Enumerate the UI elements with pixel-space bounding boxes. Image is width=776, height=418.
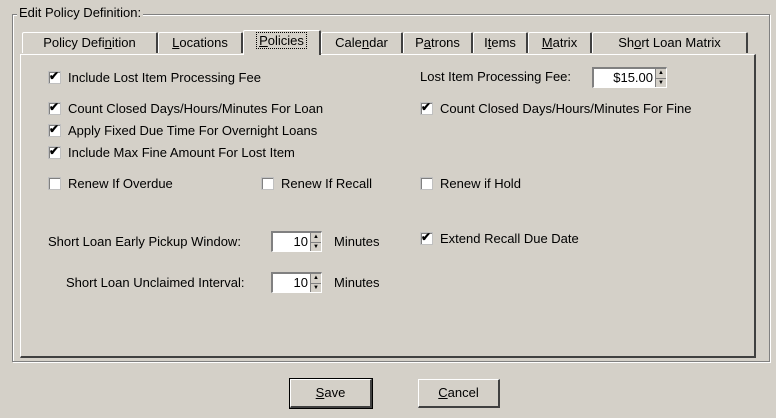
tab-label-accel: P xyxy=(259,33,268,48)
checkbox-label: Count Closed Days/Hours/Minutes For Loan xyxy=(68,100,324,116)
spin-down-icon[interactable]: ▼ xyxy=(311,243,321,252)
save-label: ave xyxy=(324,385,346,400)
tab-patrons[interactable]: Patrons xyxy=(403,32,473,53)
checkbox-label: Renew if Hold xyxy=(440,175,521,191)
tab-label: P xyxy=(415,35,424,50)
unclaimed-value[interactable]: 10 xyxy=(273,274,310,292)
spin-up-icon[interactable]: ▲ xyxy=(656,69,666,79)
checkbox-label: Renew If Overdue xyxy=(68,175,173,191)
tab-matrix[interactable]: Matrix xyxy=(528,32,592,53)
lost-fee-spinner[interactable]: $15.00 ▲ ▼ xyxy=(592,67,667,88)
lost-fee-value[interactable]: $15.00 xyxy=(594,69,655,87)
checkbox-label: Include Max Fine Amount For Lost Item xyxy=(68,144,295,160)
spin-up-icon[interactable]: ▲ xyxy=(311,274,321,284)
check-mark-icon: ✔ xyxy=(49,121,60,136)
spin-down-icon[interactable]: ▼ xyxy=(656,79,666,88)
tab-label: olicies xyxy=(267,33,304,48)
checkbox-label: Apply Fixed Due Time For Overnight Loans xyxy=(68,122,318,138)
checkbox-box xyxy=(420,176,433,190)
tab-label-accel: n xyxy=(104,35,112,50)
tab-label: Cale xyxy=(335,35,362,50)
renew-overdue-checkbox[interactable]: Renew If Overdue xyxy=(48,175,173,191)
spin-down-icon[interactable]: ▼ xyxy=(311,284,321,293)
checkbox-box: ✔ xyxy=(48,68,61,84)
checkbox-box xyxy=(48,176,61,190)
early-pickup-value[interactable]: 10 xyxy=(273,233,310,251)
count-closed-fine-checkbox[interactable]: ✔ Count Closed Days/Hours/Minutes For Fi… xyxy=(420,100,691,116)
unclaimed-unit: Minutes xyxy=(334,275,380,290)
renew-hold-checkbox[interactable]: Renew if Hold xyxy=(420,175,521,191)
checkbox-box: ✔ xyxy=(48,121,61,137)
unclaimed-spinner[interactable]: 10 ▲ ▼ xyxy=(271,272,322,293)
checkbox-box: ✔ xyxy=(420,229,433,245)
checkbox-label: Renew If Recall xyxy=(281,175,373,191)
tab-label: rt Loan Matrix xyxy=(641,35,721,50)
tab-items[interactable]: Items xyxy=(473,32,528,53)
tab-label-accel: n xyxy=(361,35,370,50)
checkbox-label: Include Lost Item Processing Fee xyxy=(68,69,261,85)
checkbox-box xyxy=(261,176,274,190)
count-closed-loan-checkbox[interactable]: ✔ Count Closed Days/Hours/Minutes For Lo… xyxy=(48,100,323,116)
cancel-button[interactable]: Cancel xyxy=(418,379,500,408)
tab-label: atrix xyxy=(552,35,578,50)
renew-recall-checkbox[interactable]: Renew If Recall xyxy=(261,175,372,191)
include-lost-fee-checkbox[interactable]: ✔ Include Lost Item Processing Fee xyxy=(48,69,261,85)
check-mark-icon: ✔ xyxy=(49,99,60,114)
early-pickup-label: Short Loan Early Pickup Window: xyxy=(48,234,241,249)
checkbox-label: Count Closed Days/Hours/Minutes For Fine xyxy=(440,100,692,116)
tab-label: Policy Defi xyxy=(43,35,105,50)
tab-strip: Policy Definition Locations Policies Cal… xyxy=(20,30,760,55)
spinner-arrows[interactable]: ▲ ▼ xyxy=(310,274,321,292)
spinner-arrows[interactable]: ▲ ▼ xyxy=(310,233,321,251)
checkbox-box: ✔ xyxy=(48,143,61,159)
tab-label: Sh xyxy=(618,35,635,50)
spin-up-icon[interactable]: ▲ xyxy=(311,233,321,243)
early-pickup-unit: Minutes xyxy=(334,234,380,249)
tab-policies[interactable]: Policies xyxy=(243,30,321,55)
include-max-fine-checkbox[interactable]: ✔ Include Max Fine Amount For Lost Item xyxy=(48,144,295,160)
tab-label: dar xyxy=(369,35,388,50)
tab-label: ocations xyxy=(179,35,228,50)
early-pickup-spinner[interactable]: 10 ▲ ▼ xyxy=(271,231,322,252)
save-button[interactable]: Save xyxy=(289,378,373,409)
tab-label: ition xyxy=(111,35,136,50)
checkbox-label: Extend Recall Due Date xyxy=(440,230,579,246)
cancel-accel: C xyxy=(438,385,448,400)
tab-calendar[interactable]: Calendar xyxy=(321,32,403,53)
tab-locations[interactable]: Locations xyxy=(158,32,243,53)
unclaimed-label: Short Loan Unclaimed Interval: xyxy=(66,275,245,290)
check-mark-icon: ✔ xyxy=(49,143,60,158)
tab-label: ems xyxy=(491,35,516,50)
checkbox-box: ✔ xyxy=(420,99,433,115)
tab-policy-definition[interactable]: Policy Definition xyxy=(22,32,158,53)
cancel-label: ancel xyxy=(447,385,479,400)
check-mark-icon: ✔ xyxy=(421,99,432,114)
checkbox-box: ✔ xyxy=(48,99,61,115)
spinner-arrows[interactable]: ▲ ▼ xyxy=(655,69,666,87)
check-mark-icon: ✔ xyxy=(49,68,60,83)
apply-fixed-due-checkbox[interactable]: ✔ Apply Fixed Due Time For Overnight Loa… xyxy=(48,122,317,138)
tab-label-accel: M xyxy=(541,35,553,50)
tab-label-accel: a xyxy=(423,35,431,50)
tab-label: trons xyxy=(431,35,460,50)
tab-short-loan-matrix[interactable]: Short Loan Matrix xyxy=(592,32,748,53)
group-title: Edit Policy Definition: xyxy=(17,5,144,21)
extend-recall-checkbox[interactable]: ✔ Extend Recall Due Date xyxy=(420,230,579,246)
lost-fee-label: Lost Item Processing Fee: xyxy=(420,69,572,84)
check-mark-icon: ✔ xyxy=(421,229,432,244)
tab-focus: Policies xyxy=(256,32,307,49)
